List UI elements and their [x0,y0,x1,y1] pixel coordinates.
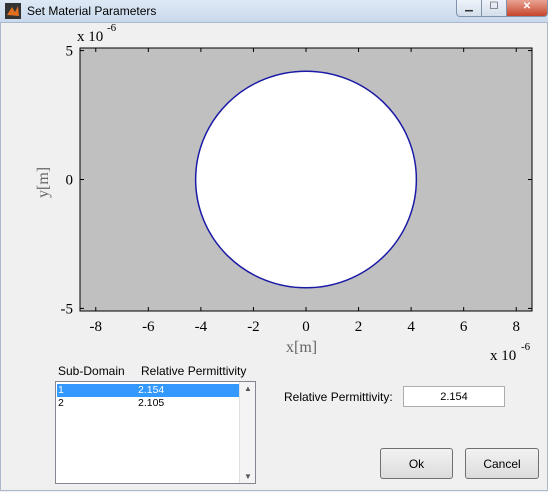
permittivity-label: Relative Permittivity: [284,390,393,404]
y-exponent-power: -6 [107,22,117,34]
y-tick-label: 5 [66,44,74,60]
geometry-plot: -8 -6 -4 -2 0 2 4 6 8 -505 x 10 -6 x 10 -6 x[m] … [35,22,533,364]
subdomain-header: Sub-Domain [58,364,125,378]
scroll-up-icon[interactable]: ▲ [244,384,252,393]
subdomain-value: 2.154 [138,384,165,396]
x-tick-label: -4 [195,319,208,335]
cancel-button[interactable]: Cancel [465,448,539,479]
subdomain-value: 2.105 [138,397,165,409]
x-tick-label: -8 [90,319,103,335]
subdomain-circle[interactable] [194,70,418,289]
list-item[interactable]: 2 2.105 [57,397,241,410]
x-exponent-power: -6 [521,341,531,353]
permittivity-input[interactable] [403,386,505,407]
list-item[interactable]: 1 2.154 [57,384,241,397]
x-tick-label: 6 [460,319,468,335]
ok-button[interactable]: Ok [380,448,453,479]
x-axis-label: x[m] [286,339,317,356]
x-exponent-label: x 10 [490,348,516,364]
y-tick-label: 0 [66,173,74,189]
scroll-down-icon[interactable]: ▼ [244,472,252,481]
x-tick-label: 0 [302,319,310,335]
y-axis-label: y[m] [35,167,52,198]
x-tick-label: 4 [407,319,415,335]
x-tick-label: 2 [355,319,363,335]
permittivity-header: Relative Permittivity [141,364,247,378]
y-exponent-label: x 10 [77,29,103,45]
subdomain-id: 2 [58,397,64,409]
x-tick-label: -2 [247,319,260,335]
subdomain-listbox[interactable]: 1 2.154 2 2.105 ▲ ▼ [55,381,256,484]
listbox-scrollbar[interactable]: ▲ ▼ [239,382,255,483]
x-tick-label: -6 [142,319,155,335]
y-tick-label: -5 [61,301,74,317]
x-tick-label: 8 [512,319,520,335]
subdomain-id: 1 [58,384,64,396]
